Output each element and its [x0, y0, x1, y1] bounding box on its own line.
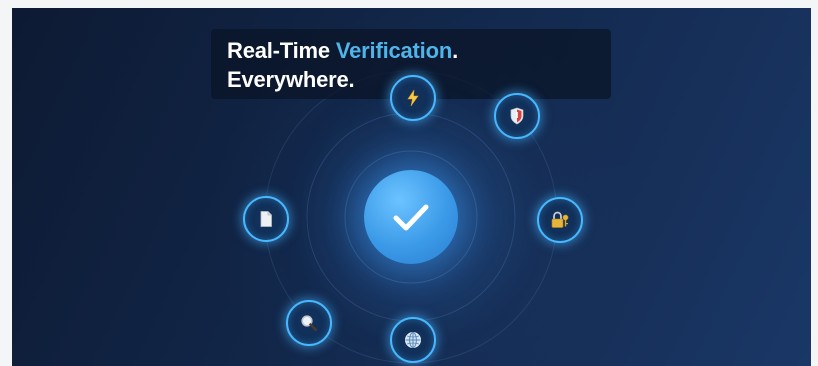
hero-banner: Real-Time Verification. Everywhere.: [12, 8, 811, 366]
lightning-node: [390, 75, 436, 121]
headline-accent: Verification: [335, 38, 453, 63]
headline-suffix: .: [452, 38, 458, 63]
lightning-icon: [407, 89, 419, 107]
shield-icon: [510, 107, 524, 125]
headline-prefix: Real-Time: [227, 38, 336, 63]
globe-node: [390, 317, 436, 363]
lock-node: [537, 197, 583, 243]
checkmark-icon: [393, 204, 429, 231]
document-icon: [260, 211, 272, 227]
globe-icon: [405, 332, 421, 348]
document-node: [243, 196, 289, 242]
headline-line2: Everywhere.: [227, 67, 355, 92]
magnifier-icon: [301, 315, 318, 332]
shield-node: [494, 93, 540, 139]
lock-key-icon: [551, 211, 569, 228]
verification-badge: [364, 170, 458, 264]
magnifier-node: [286, 300, 332, 346]
